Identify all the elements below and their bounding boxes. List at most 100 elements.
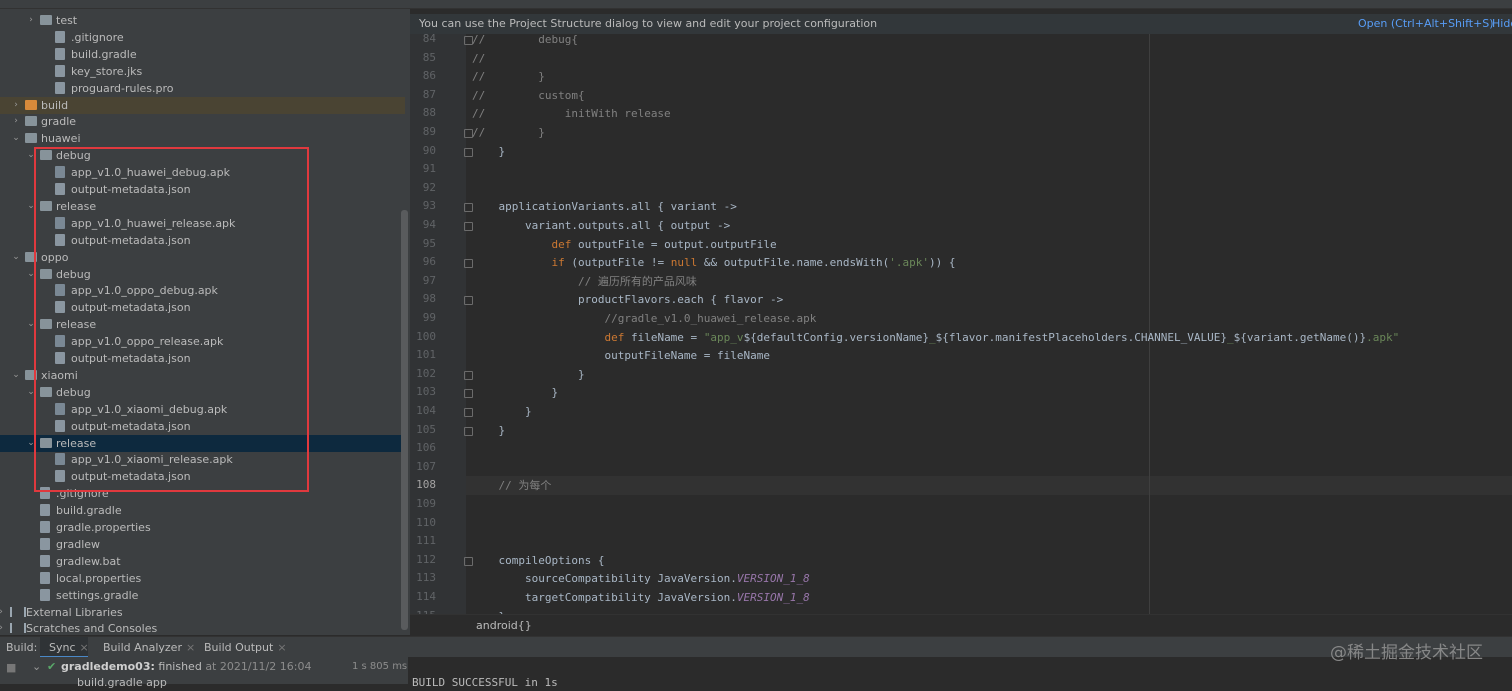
code-line[interactable]: // xyxy=(472,49,1512,68)
tree-item[interactable]: › External Libraries xyxy=(0,604,405,621)
close-icon[interactable]: × xyxy=(277,641,286,654)
code-token: // 为每个 xyxy=(498,479,552,493)
tree-item[interactable]: build.gradle xyxy=(0,502,405,519)
code-line[interactable]: } xyxy=(472,365,1512,384)
code-line[interactable]: //gradle_v1.0_huawei_release.apk xyxy=(472,309,1512,328)
chevron-right-icon[interactable]: › xyxy=(0,604,6,621)
code-line[interactable] xyxy=(472,514,1512,533)
code-token: '.apk' xyxy=(889,256,930,270)
breadcrumb-android[interactable]: android{} xyxy=(476,619,532,632)
watermark: @稀土掘金技术社区 xyxy=(1330,643,1483,663)
code-token: VERSION_1_8 xyxy=(736,572,810,586)
code-line[interactable]: // initWith release xyxy=(472,104,1512,123)
code-token: null xyxy=(670,256,698,270)
code-line[interactable]: targetCompatibility JavaVersion.VERSION_… xyxy=(472,588,1512,607)
code-line[interactable]: } xyxy=(472,383,1512,402)
code-line[interactable] xyxy=(472,458,1512,477)
chevron-right-icon[interactable]: › xyxy=(0,620,6,635)
tab-build-output[interactable]: Build Output × xyxy=(204,641,287,654)
line-number: 105 xyxy=(416,422,436,436)
chevron-right-icon[interactable]: › xyxy=(11,97,21,114)
code-line[interactable]: } xyxy=(472,421,1512,440)
close-icon[interactable]: × xyxy=(80,641,89,654)
tree-item[interactable]: › test xyxy=(0,12,405,29)
code-token: targetCompatibility JavaVersion. xyxy=(472,591,737,604)
code-token: )) { xyxy=(929,256,956,270)
chevron-right-icon[interactable]: › xyxy=(26,12,36,29)
stop-icon[interactable]: ■ xyxy=(6,659,16,676)
code-line[interactable]: def fileName = "app_v${defaultConfig.ver… xyxy=(472,328,1512,347)
tree-item[interactable]: gradle.properties xyxy=(0,519,405,536)
tree-item[interactable]: key_store.jks xyxy=(0,63,405,80)
tree-item[interactable]: › gradle xyxy=(0,113,405,130)
code-line[interactable]: } xyxy=(472,142,1512,161)
code-line[interactable]: // 为每个 xyxy=(472,476,1512,495)
code-line[interactable]: variant.outputs.all { output -> xyxy=(472,216,1512,235)
tree-item[interactable]: gradlew xyxy=(0,536,405,553)
line-number: 87 xyxy=(422,87,436,101)
code-token: ${defaultConfig.versionName} xyxy=(743,330,929,344)
chevron-down-icon[interactable]: ⌄ xyxy=(11,130,21,147)
chevron-right-icon[interactable]: › xyxy=(11,113,21,130)
build-duration: 1 s 805 ms xyxy=(352,661,408,672)
code-token: } xyxy=(472,405,532,418)
close-icon[interactable]: × xyxy=(186,641,195,654)
tree-item[interactable]: ⌄ huawei xyxy=(0,130,405,147)
code-line[interactable]: applicationVariants.all { variant -> xyxy=(472,197,1512,216)
tab-build-output-label: Build Output xyxy=(204,641,274,654)
code-token: variant.outputs.all { output -> xyxy=(472,219,731,232)
tree-item[interactable]: .gitignore xyxy=(0,29,405,46)
code-token: if xyxy=(551,256,565,270)
code-line[interactable] xyxy=(472,439,1512,458)
code-line[interactable]: // 遍历所有的产品风味 xyxy=(472,272,1512,291)
chevron-down-icon[interactable]: ⌄ xyxy=(11,367,21,384)
build-child-row[interactable]: build.gradle app xyxy=(77,674,167,691)
check-icon: ✔ xyxy=(47,660,57,673)
tree-item[interactable]: gradlew.bat xyxy=(0,553,405,570)
code-line[interactable] xyxy=(472,160,1512,179)
file-icon xyxy=(55,64,65,77)
code-line[interactable]: // } xyxy=(472,67,1512,86)
code-line[interactable]: // custom{ xyxy=(472,86,1512,105)
code-line[interactable] xyxy=(472,532,1512,551)
build-status-row[interactable]: gradledemo03: finished at 2021/11/2 16:0… xyxy=(61,658,311,675)
tree-item[interactable]: build.gradle xyxy=(0,46,405,63)
code-line[interactable] xyxy=(472,179,1512,198)
code-line[interactable]: sourceCompatibility JavaVersion.VERSION_… xyxy=(472,569,1512,588)
tree-item[interactable]: › build xyxy=(0,96,405,114)
line-number: 101 xyxy=(416,348,436,362)
code-line[interactable]: } xyxy=(472,402,1512,421)
code-line[interactable] xyxy=(472,495,1512,514)
tree-item[interactable]: settings.gradle xyxy=(0,587,405,604)
tree-item[interactable]: › Scratches and Consoles xyxy=(0,620,405,635)
code-token: ${flavor.manifestPlaceholders.CHANNEL_VA… xyxy=(935,330,1228,344)
tab-sync[interactable]: Sync × xyxy=(49,641,89,654)
code-token: outputFileName = fileName xyxy=(472,349,771,363)
code-token: initWith release xyxy=(485,107,671,121)
highlight-box xyxy=(34,147,309,492)
code-token: def xyxy=(551,237,572,251)
code-token: .apk" xyxy=(1366,330,1400,344)
line-number: 91 xyxy=(422,162,436,176)
code-line[interactable]: // debug{ xyxy=(472,30,1512,49)
code-line[interactable]: outputFileName = fileName xyxy=(472,346,1512,365)
code-line[interactable]: compileOptions { xyxy=(472,551,1512,570)
code-token: // xyxy=(472,70,486,84)
project-scrollbar[interactable] xyxy=(401,210,408,630)
code-line[interactable]: def outputFile = output.outputFile xyxy=(472,235,1512,254)
library-icon xyxy=(10,606,26,617)
chevron-down-icon[interactable]: ⌄ xyxy=(32,658,41,675)
code-line[interactable]: if (outputFile != null && outputFile.nam… xyxy=(472,253,1512,272)
code-line[interactable]: productFlavors.each { flavor -> xyxy=(472,290,1512,309)
folder-icon xyxy=(25,99,37,110)
chevron-down-icon[interactable]: ⌄ xyxy=(11,249,21,266)
tree-item-label: build.gradle xyxy=(71,47,137,61)
tree-item[interactable]: local.properties xyxy=(0,570,405,587)
tab-build-analyzer[interactable]: Build Analyzer × xyxy=(103,641,195,654)
code-line[interactable]: // } xyxy=(472,123,1512,142)
file-icon xyxy=(40,504,50,517)
tree-item[interactable]: proguard-rules.pro xyxy=(0,80,405,97)
file-icon xyxy=(40,554,50,567)
